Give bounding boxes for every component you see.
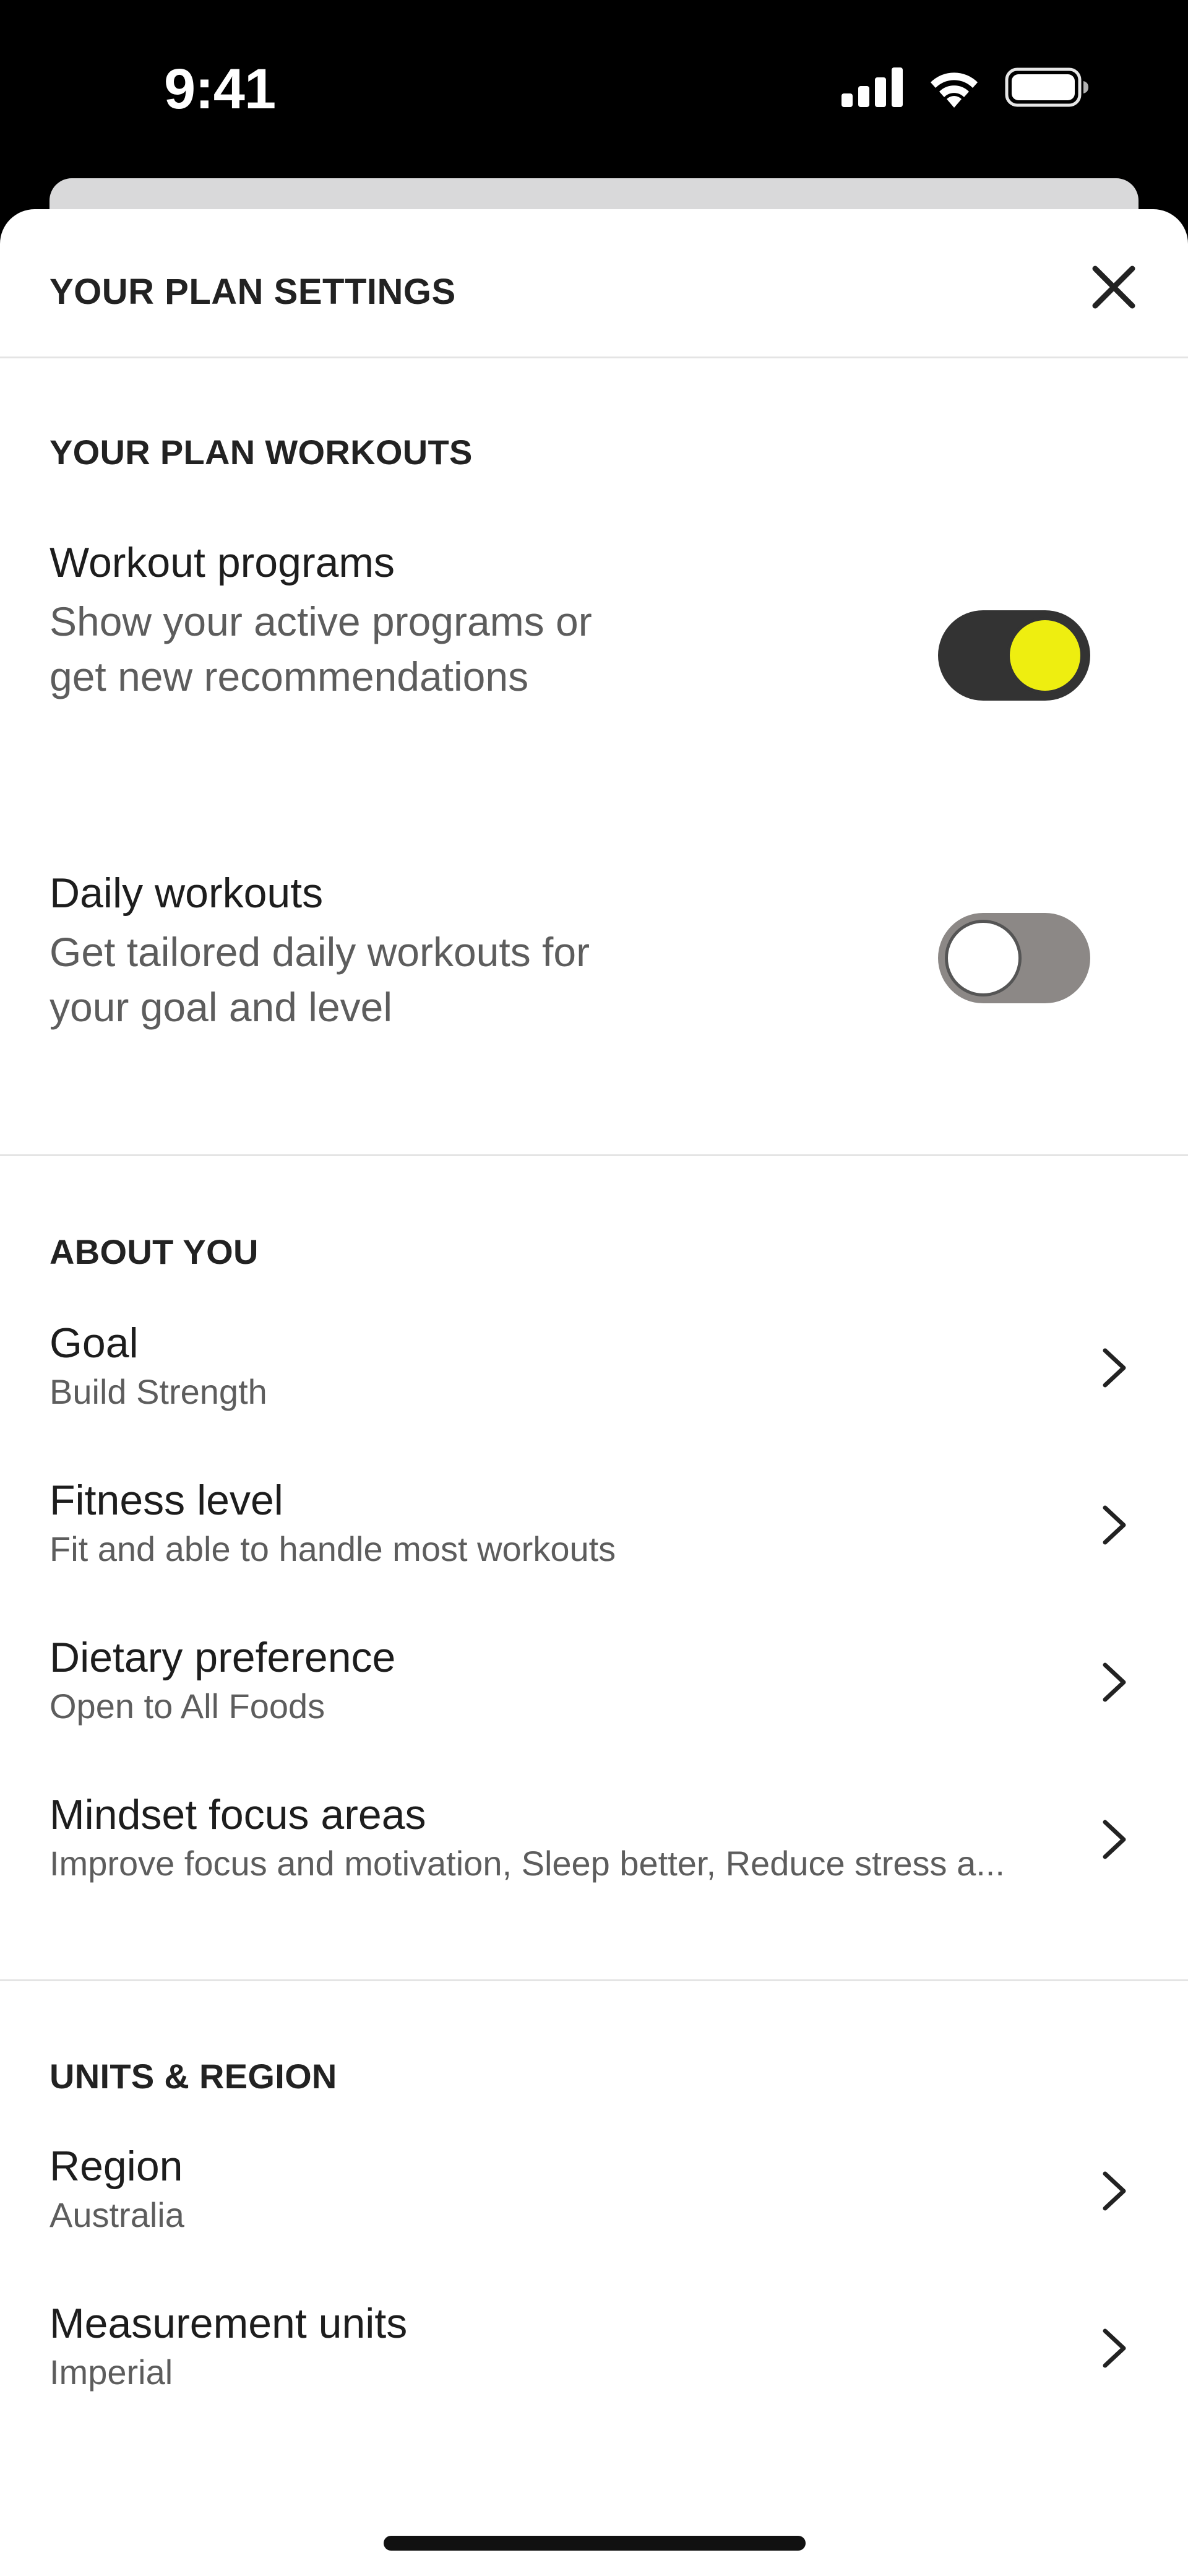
section-divider <box>0 1154 1188 1156</box>
nav-row-mindset-focus-areas[interactable]: Mindset focus areas Improve focus and mo… <box>50 1789 1138 1919</box>
nav-row-title: Dietary preference <box>50 1634 396 1681</box>
close-icon <box>1092 266 1135 309</box>
nav-row-value: Australia <box>50 2195 184 2234</box>
section-heading-workouts: YOUR PLAN WORKOUTS <box>50 433 473 472</box>
chevron-right-icon <box>1103 1820 1126 1859</box>
nav-row-fitness-level[interactable]: Fitness level Fit and able to handle mos… <box>50 1474 1138 1604</box>
nav-row-title: Measurement units <box>50 2300 408 2347</box>
status-time: 9:41 <box>164 58 276 121</box>
setting-title: Daily workouts <box>50 870 324 917</box>
nav-row-title: Fitness level <box>50 1477 283 1524</box>
chevron-right-icon <box>1103 1348 1126 1388</box>
nav-row-value: Open to All Foods <box>50 1687 325 1726</box>
workout-programs-toggle[interactable] <box>938 610 1090 701</box>
chevron-right-icon <box>1103 1505 1126 1545</box>
settings-sheet: YOUR PLAN SETTINGS YOUR PLAN WORKOUTS Wo… <box>0 209 1188 2576</box>
setting-title: Workout programs <box>50 539 395 586</box>
nav-row-goal[interactable]: Goal Build Strength <box>50 1317 1138 1447</box>
toggle-knob <box>1007 617 1083 694</box>
nav-row-title: Mindset focus areas <box>50 1791 426 1838</box>
sheet-header: YOUR PLAN SETTINGS <box>0 209 1188 358</box>
page-title: YOUR PLAN SETTINGS <box>50 272 456 312</box>
nav-row-measurement-units[interactable]: Measurement units Imperial <box>50 2297 1138 2427</box>
home-indicator[interactable] <box>384 2536 806 2551</box>
nav-row-value: Improve focus and motivation, Sleep bett… <box>50 1844 1005 1883</box>
nav-row-value: Imperial <box>50 2353 173 2392</box>
phone-screen: 9:41 YOUR PLAN SETTINGS YOUR PLAN WORKOU… <box>0 0 1188 2576</box>
chevron-right-icon <box>1103 2328 1126 2368</box>
section-heading-about-you: ABOUT YOU <box>50 1232 259 1271</box>
section-divider <box>0 1979 1188 1981</box>
status-bar: 9:41 <box>0 0 1188 173</box>
close-button[interactable] <box>1089 262 1138 312</box>
nav-row-value: Fit and able to handle most workouts <box>50 1529 616 1568</box>
nav-row-region[interactable]: Region Australia <box>50 2140 1138 2270</box>
status-icons <box>842 67 1089 108</box>
setting-description: Get tailored daily workouts for your goa… <box>50 929 590 1030</box>
chevron-right-icon <box>1103 1662 1126 1702</box>
daily-workouts-toggle[interactable] <box>938 913 1090 1003</box>
chevron-right-icon <box>1103 2171 1126 2211</box>
cellular-signal-icon <box>842 67 903 107</box>
setting-description: Show your active programs or get new rec… <box>50 599 592 699</box>
nav-row-value: Build Strength <box>50 1372 267 1411</box>
nav-row-dietary-preference[interactable]: Dietary preference Open to All Foods <box>50 1632 1138 1761</box>
nav-row-title: Region <box>50 2143 183 2190</box>
toggle-knob <box>945 920 1022 996</box>
nav-row-title: Goal <box>50 1320 139 1367</box>
battery-icon <box>1005 67 1088 107</box>
section-heading-units-region: UNITS & REGION <box>50 2057 337 2096</box>
wifi-icon <box>931 72 978 108</box>
